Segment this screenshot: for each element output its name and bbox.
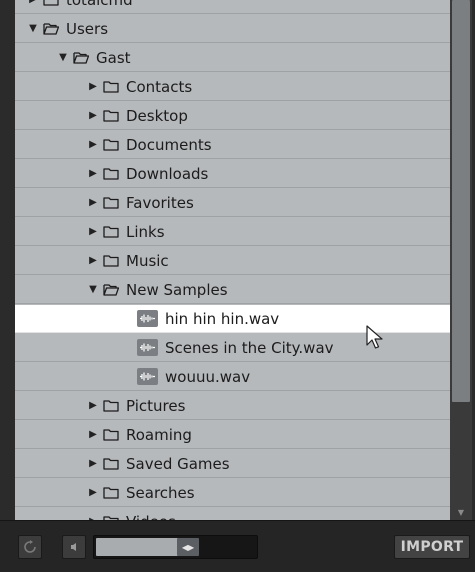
folder-row[interactable]: ▶ Documents (15, 131, 450, 159)
folder-row[interactable]: ▶ Desktop (15, 102, 450, 130)
folder-open-icon (43, 23, 59, 35)
folder-row[interactable]: ▶ Roaming (15, 421, 450, 449)
triangle-right-icon[interactable]: ▶ (87, 400, 99, 411)
row-label: Videos (126, 513, 176, 521)
triangle-right-icon[interactable]: ▶ (87, 197, 99, 208)
vertical-scrollbar[interactable]: ▼ (450, 0, 472, 520)
mouse-cursor-icon (366, 325, 383, 349)
row-label: Links (126, 222, 165, 241)
triangle-right-icon[interactable]: ▶ (87, 429, 99, 440)
row-label: hin hin hin.wav (165, 309, 280, 328)
folder-row[interactable]: ▼ New Samples (15, 276, 450, 304)
folder-icon (103, 400, 119, 412)
row-label: Music (126, 251, 169, 270)
folder-row[interactable]: ▶ Downloads (15, 160, 450, 188)
row-label: New Samples (126, 280, 228, 299)
row-label: Searches (126, 483, 195, 502)
scrollbar-thumb[interactable] (452, 0, 470, 402)
file-tree[interactable]: ▶ totalcmd ▼ Users ▼ Gast ▶ Contacts ▶ Desktop ▶ Do… (15, 0, 450, 520)
file-row[interactable]: Scenes in the City.wav (15, 334, 450, 362)
triangle-right-icon[interactable]: ▶ (87, 110, 99, 121)
row-label: Gast (96, 48, 131, 67)
triangle-down-icon[interactable]: ▼ (87, 284, 99, 295)
folder-row[interactable]: ▶ Links (15, 218, 450, 246)
row-label: Roaming (126, 425, 192, 444)
folder-icon (103, 81, 119, 93)
folder-row[interactable]: ▶ Searches (15, 479, 450, 507)
row-label: Downloads (126, 164, 209, 183)
folder-icon (103, 168, 119, 180)
resize-arrows-icon: ◀▶ (181, 542, 195, 552)
refresh-button[interactable] (18, 535, 42, 559)
folder-icon (43, 0, 59, 6)
folder-row[interactable]: ▼ Gast (15, 44, 450, 72)
row-label: Favorites (126, 193, 194, 212)
row-label: Saved Games (126, 454, 230, 473)
bottom-toolbar: ◀▶ IMPORT (0, 520, 475, 572)
scroll-down-arrow-icon[interactable]: ▼ (450, 505, 472, 520)
triangle-right-icon[interactable]: ▶ (87, 458, 99, 469)
prehear-volume-slider[interactable]: ◀▶ (93, 535, 258, 559)
triangle-right-icon[interactable]: ▶ (27, 0, 39, 5)
triangle-right-icon[interactable]: ▶ (87, 226, 99, 237)
slider-fill (96, 538, 179, 556)
triangle-down-icon[interactable]: ▼ (57, 52, 69, 63)
folder-icon (103, 139, 119, 151)
file-row[interactable]: hin hin hin.wav (15, 305, 450, 333)
folder-row[interactable]: ▶Videos (15, 508, 450, 520)
folder-icon (103, 110, 119, 122)
row-label: Desktop (126, 106, 188, 125)
triangle-right-icon[interactable]: ▶ (87, 255, 99, 266)
speaker-icon (71, 543, 76, 551)
folder-icon (103, 226, 119, 238)
import-button[interactable]: IMPORT (394, 535, 470, 559)
folder-icon (103, 255, 119, 267)
file-row[interactable]: wouuu.wav (15, 363, 450, 391)
row-label: Users (66, 19, 109, 38)
waveform-icon (137, 310, 158, 327)
row-label: totalcmd (66, 0, 133, 9)
prehear-button[interactable] (62, 535, 86, 559)
waveform-icon (137, 339, 158, 356)
triangle-down-icon[interactable]: ▼ (27, 23, 39, 34)
folder-row[interactable]: ▶ Contacts (15, 73, 450, 101)
folder-row[interactable]: ▶ Music (15, 247, 450, 275)
folder-row[interactable]: ▶ Pictures (15, 392, 450, 420)
row-label: Contacts (126, 77, 193, 96)
folder-row[interactable]: ▶ Favorites (15, 189, 450, 217)
folder-icon (103, 487, 119, 499)
slider-handle[interactable]: ◀▶ (177, 538, 199, 556)
folder-icon (103, 429, 119, 441)
row-label: Documents (126, 135, 212, 154)
file-browser-panel: ▶ totalcmd ▼ Users ▼ Gast ▶ Contacts ▶ Desktop ▶ Do… (0, 0, 475, 572)
folder-open-icon (103, 284, 119, 296)
refresh-icon (24, 540, 36, 553)
row-label: Pictures (126, 396, 186, 415)
waveform-icon (137, 368, 158, 385)
triangle-right-icon[interactable]: ▶ (87, 81, 99, 92)
triangle-right-icon[interactable]: ▶ (87, 487, 99, 498)
triangle-right-icon[interactable]: ▶ (87, 168, 99, 179)
folder-icon (103, 458, 119, 470)
folder-icon (103, 197, 119, 209)
folder-row[interactable]: ▶ Saved Games (15, 450, 450, 478)
folder-open-icon (73, 52, 89, 64)
triangle-right-icon[interactable]: ▶ (87, 139, 99, 150)
folder-row[interactable]: ▼ Users (15, 15, 450, 43)
row-label: wouuu.wav (165, 367, 251, 386)
row-label: Scenes in the City.wav (165, 338, 334, 357)
folder-row[interactable]: ▶ totalcmd (15, 0, 450, 14)
